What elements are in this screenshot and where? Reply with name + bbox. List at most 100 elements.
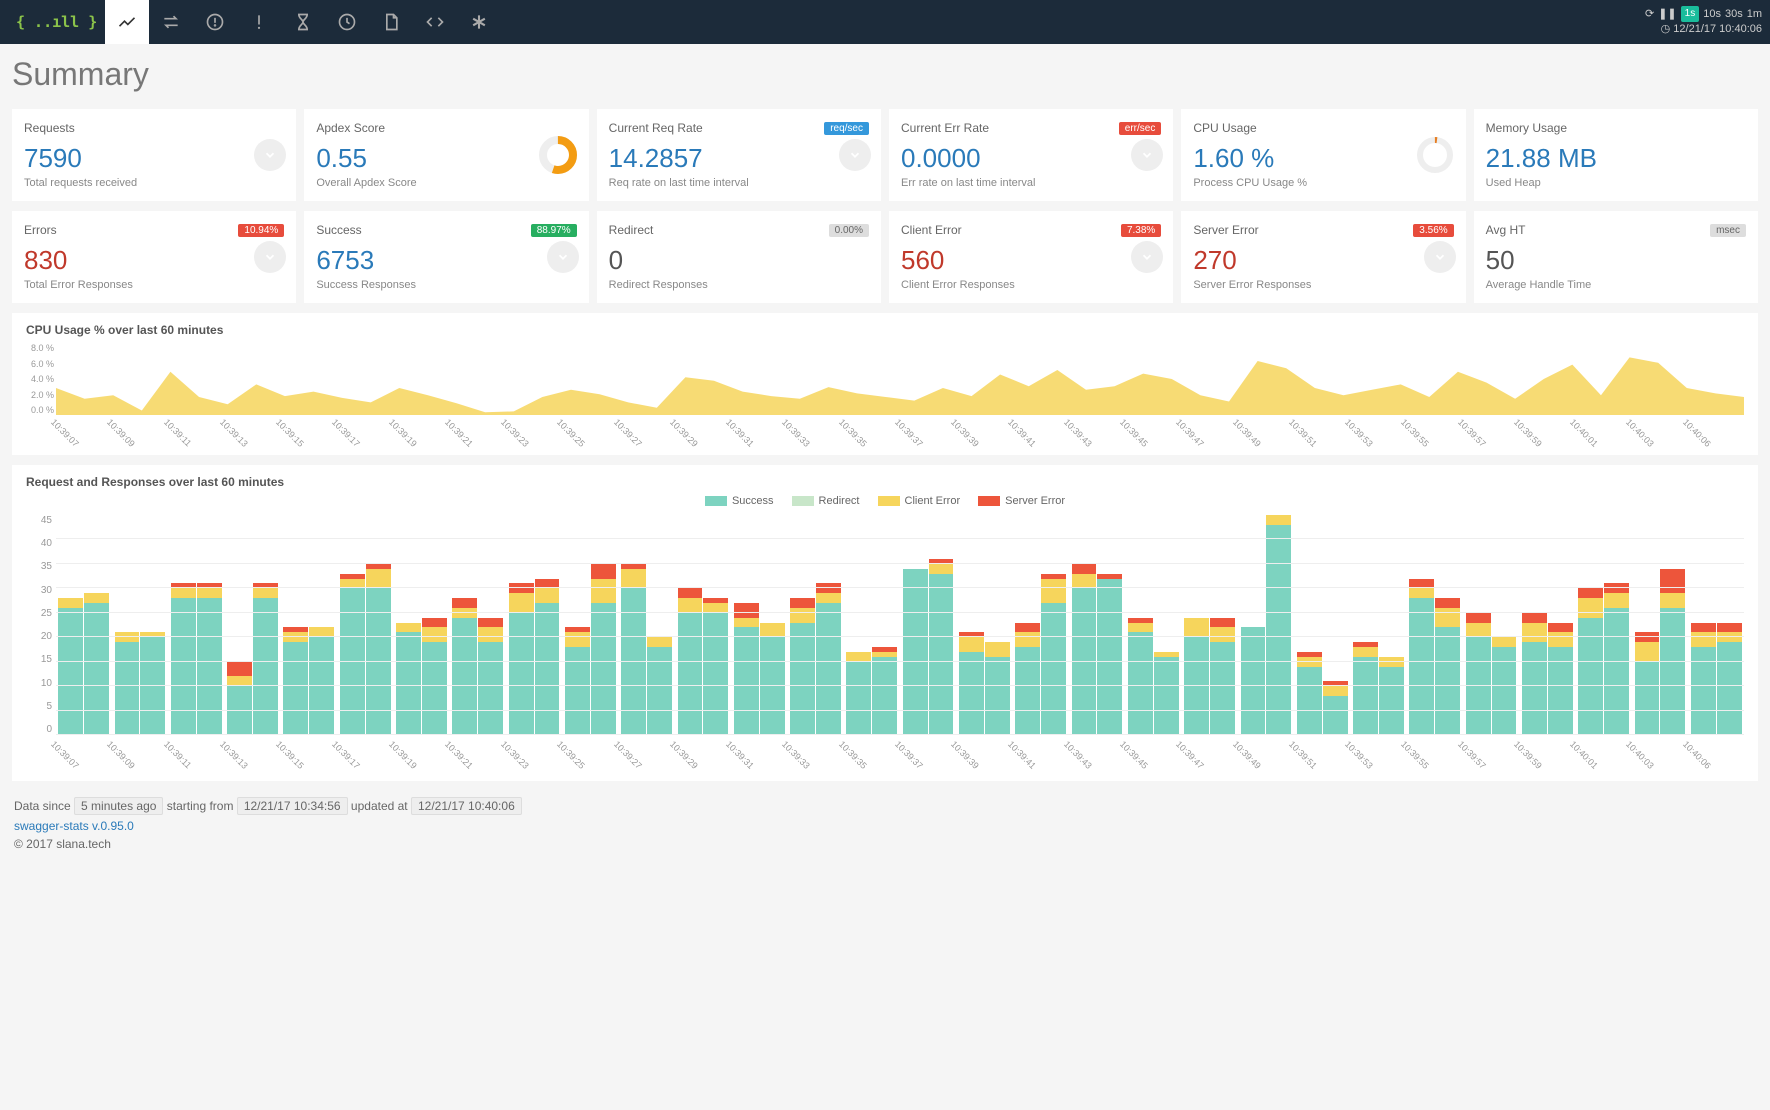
bar [1548, 623, 1573, 735]
tile-title-text: Errors [24, 223, 57, 237]
tile-badge: req/sec [824, 122, 869, 135]
tile-subtitle: Overall Apdex Score [316, 177, 576, 189]
tile-badge: 3.56% [1413, 224, 1453, 237]
legend-item[interactable]: Success [705, 495, 774, 507]
bar [1266, 515, 1291, 735]
bar-legend: Success Redirect Client Error Server Error [26, 495, 1744, 507]
tile-value: 50 [1486, 245, 1746, 276]
bar-group [1520, 613, 1575, 735]
bar-group [675, 588, 730, 735]
bar [197, 583, 222, 735]
bar [58, 598, 83, 735]
nav-code-icon[interactable] [413, 0, 457, 44]
tile-errors: Errors10.94% 830 Total Error Responses [12, 211, 296, 303]
bar [1297, 652, 1322, 735]
bar [1717, 623, 1742, 735]
nav-exclaim-icon[interactable] [237, 0, 281, 44]
refresh-icon[interactable]: ⟳ [1645, 7, 1654, 22]
bar [309, 627, 334, 735]
nav-clock-icon[interactable] [325, 0, 369, 44]
tile-badge: 7.38% [1121, 224, 1161, 237]
bar [1578, 588, 1603, 735]
refresh-1m[interactable]: 1m [1747, 7, 1762, 22]
bar [115, 632, 140, 735]
clock-small-icon: ◷ [1661, 23, 1671, 35]
cpu-chart-panel: CPU Usage % over last 60 minutes 8.0 %6.… [12, 313, 1758, 455]
tile-cpu-usage: CPU Usage 1.60 % Process CPU Usage % [1181, 109, 1465, 201]
bar [565, 627, 590, 735]
cpu-chart-title: CPU Usage % over last 60 minutes [26, 323, 1744, 337]
tile-badge: err/sec [1119, 122, 1162, 135]
legend-item[interactable]: Server Error [978, 495, 1065, 507]
tile-value: 560 [901, 245, 1161, 276]
bar [734, 603, 759, 735]
tile-title-text: Current Err Rate [901, 121, 989, 135]
legend-item[interactable]: Redirect [792, 495, 860, 507]
nav-left: { ..ıll } [8, 0, 501, 44]
tile-subtitle: Process CPU Usage % [1193, 177, 1453, 189]
bar [959, 632, 984, 735]
tile-current-err-rate: Current Err Rateerr/sec 0.0000 Err rate … [889, 109, 1173, 201]
bar [1435, 598, 1460, 735]
bar-group [281, 627, 336, 735]
nav-alert-circle-icon[interactable] [193, 0, 237, 44]
bar-group [1576, 583, 1631, 735]
bar [509, 583, 534, 735]
bar [1604, 583, 1629, 735]
tile-badge: 10.94% [238, 224, 284, 237]
nav-summary-icon[interactable] [105, 0, 149, 44]
bar-group [1689, 623, 1744, 735]
bar-group [1463, 613, 1518, 735]
tile-subtitle: Success Responses [316, 279, 576, 291]
tile-subtitle: Redirect Responses [609, 279, 869, 291]
bar-group [56, 593, 111, 735]
copyright: © 2017 slana.tech [14, 837, 1756, 851]
apdex-donut [537, 134, 579, 176]
page-title: Summary [12, 56, 1758, 93]
chevron-down-icon[interactable] [547, 241, 579, 273]
footer-prefix: Data since [14, 799, 71, 813]
chevron-down-icon[interactable] [1131, 241, 1163, 273]
nav-document-icon[interactable] [369, 0, 413, 44]
tile-success: Success88.97% 6753 Success Responses [304, 211, 588, 303]
refresh-10s[interactable]: 10s [1703, 7, 1721, 22]
tile-memory-usage: Memory Usage 21.88 MB Used Heap [1474, 109, 1758, 201]
chevron-down-icon[interactable] [839, 139, 871, 171]
footer: Data since 5 minutes ago starting from 1… [12, 791, 1758, 859]
reqres-chart-panel: Request and Responses over last 60 minut… [12, 465, 1758, 781]
tile-value: 21.88 MB [1486, 143, 1746, 174]
bar [227, 662, 252, 735]
bar-group [788, 583, 843, 735]
refresh-1s[interactable]: 1s [1681, 6, 1700, 22]
bar-group [957, 632, 1012, 735]
chevron-down-icon[interactable] [254, 241, 286, 273]
bar [760, 623, 785, 735]
chevron-down-icon[interactable] [1424, 241, 1456, 273]
tile-title-text: CPU Usage [1193, 121, 1256, 135]
chevron-down-icon[interactable] [1131, 139, 1163, 171]
tile-subtitle: Server Error Responses [1193, 279, 1453, 291]
nav-hourglass-icon[interactable] [281, 0, 325, 44]
bar [84, 593, 109, 735]
bar [816, 583, 841, 735]
bar-group [732, 603, 787, 735]
tile-current-req-rate: Current Req Ratereq/sec 14.2857 Req rate… [597, 109, 881, 201]
nav-asterisk-icon[interactable] [457, 0, 501, 44]
bar-group [1013, 574, 1068, 735]
product-link[interactable]: swagger-stats v.0.95.0 [14, 819, 134, 833]
tile-requests: Requests 7590 Total requests received [12, 109, 296, 201]
bar [1522, 613, 1547, 735]
chevron-down-icon[interactable] [254, 139, 286, 171]
tile-title-text: Memory Usage [1486, 121, 1567, 135]
pause-icon[interactable]: ❚❚ [1658, 7, 1676, 22]
legend-item[interactable]: Client Error [878, 495, 961, 507]
refresh-30s[interactable]: 30s [1725, 7, 1743, 22]
reqres-chart-title: Request and Responses over last 60 minut… [26, 475, 1744, 489]
bar [678, 588, 703, 735]
bar [1353, 642, 1378, 735]
nav-transfer-icon[interactable] [149, 0, 193, 44]
tile-badge: msec [1710, 224, 1746, 237]
bar-group [1351, 642, 1406, 735]
tiles-row-1: Requests 7590 Total requests receivedApd… [12, 109, 1758, 201]
tile-redirect: Redirect0.00% 0 Redirect Responses [597, 211, 881, 303]
